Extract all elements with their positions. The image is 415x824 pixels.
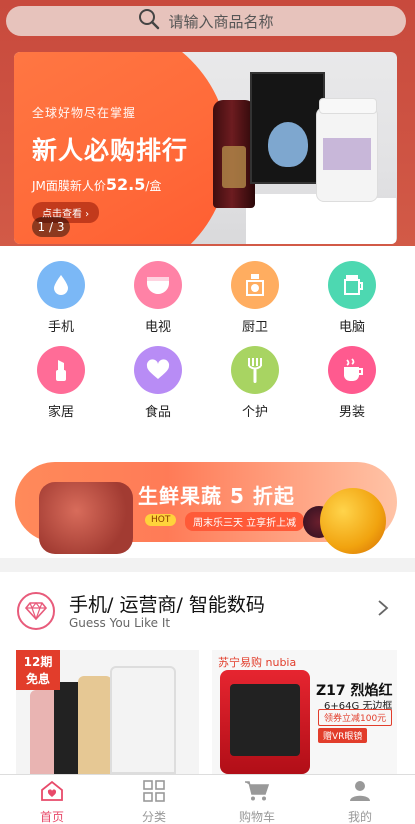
- fork-icon: [231, 346, 279, 394]
- home-icon: [39, 780, 65, 806]
- store-brand: 苏宁易购 nubia: [218, 656, 297, 669]
- diaper-icon: [134, 261, 182, 309]
- banner-title: 新人必购排行: [32, 136, 189, 165]
- hot-badge: HOT: [145, 514, 177, 526]
- search-icon: [138, 8, 160, 34]
- product-card[interactable]: 苏宁易购 nubia Z17 烈焰红 6+64G 无边框 领券立减100元 赠V…: [212, 650, 397, 774]
- tab-label: 分类: [141, 810, 166, 824]
- category-item-computer[interactable]: 电脑: [312, 261, 392, 335]
- bottom-tab-bar: 首页 分类 购物车 我的: [0, 774, 415, 824]
- tab-category[interactable]: 分类: [114, 780, 194, 824]
- cup-icon: [328, 261, 376, 309]
- jar-icon: [231, 261, 279, 309]
- cup-steam-icon: [328, 346, 376, 394]
- category-item-tv[interactable]: 电视: [118, 261, 198, 335]
- category-grid: 手机 电视 厨卫 电脑 家居 食品 个护 男装: [0, 246, 415, 432]
- category-label: 男装: [338, 405, 365, 420]
- tab-label: 我的: [347, 810, 372, 824]
- product-card[interactable]: 12期 免息: [16, 650, 199, 774]
- fresh-food-promo-banner[interactable]: 生鲜果蔬 5 折起 HOT 周末乐三天 立享折上减: [15, 462, 397, 554]
- banner-price-value: 52.5: [105, 175, 146, 194]
- banner-line1: 全球好物尽在掌握: [32, 106, 137, 120]
- section-title: 手机/ 运营商/ 智能数码: [69, 594, 265, 616]
- search-placeholder: 请输入商品名称: [168, 12, 274, 31]
- badge-bottom-text: 免息: [25, 672, 50, 686]
- product-tube-image: [213, 100, 255, 208]
- tab-label: 首页: [39, 810, 64, 824]
- category-label: 手机: [47, 320, 74, 335]
- product-mask-image: [250, 72, 325, 184]
- heart-icon: [134, 346, 182, 394]
- category-item-phone[interactable]: 手机: [21, 261, 101, 335]
- banner-text: 全球好物尽在掌握 新人必购排行 JM面膜新人价52.5/盒 点击查看 ›: [32, 104, 188, 223]
- red-phone-image: [220, 670, 310, 774]
- app-screen: 请输入商品名称 全球好物尽在掌握 新人必购排行 JM面膜新人价52.5/盒 点击…: [0, 0, 415, 824]
- banner-pager: 1 / 3: [32, 217, 70, 237]
- tab-home[interactable]: 首页: [12, 780, 92, 824]
- category-label: 电视: [144, 320, 171, 335]
- category-label: 电脑: [338, 320, 365, 335]
- product-stand: [306, 198, 396, 244]
- search-bar[interactable]: 请输入商品名称: [6, 6, 406, 36]
- category-label: 个护: [241, 405, 268, 420]
- chevron-right-icon[interactable]: [377, 598, 389, 622]
- banner-price: JM面膜新人价52.5/盒: [32, 175, 188, 194]
- grid-icon: [142, 780, 166, 806]
- section-subtitle: Guess You Like It: [69, 616, 171, 630]
- banner-price-prefix: JM面膜新人价: [32, 179, 106, 193]
- coupon-chip: 领券立减100元: [318, 709, 393, 726]
- cart-icon: [244, 781, 270, 806]
- recommend-section: 手机/ 运营商/ 智能数码 Guess You Like It 12期 免息 苏…: [0, 572, 415, 774]
- product-jar-image: [316, 98, 378, 202]
- tab-label: 购物车: [238, 810, 275, 824]
- lipstick-icon: [37, 346, 85, 394]
- meat-platter-image: [39, 482, 133, 554]
- promo-subtitle: 周末乐三天 立享折上减: [185, 512, 305, 531]
- tab-profile[interactable]: 我的: [320, 780, 400, 824]
- category-label: 食品: [144, 405, 171, 420]
- diamond-icon: [17, 592, 55, 630]
- mango-image: [320, 488, 386, 554]
- category-item-personal-care[interactable]: 个护: [215, 346, 295, 420]
- category-item-kitchen[interactable]: 厨卫: [215, 261, 295, 335]
- promo-title: 生鲜果蔬 5 折起: [138, 484, 295, 508]
- category-label: 家居: [47, 405, 74, 420]
- category-item-home[interactable]: 家居: [21, 346, 101, 420]
- tab-cart[interactable]: 购物车: [217, 780, 297, 824]
- banner-price-suffix: /盒: [145, 179, 162, 193]
- category-item-food[interactable]: 食品: [118, 346, 198, 420]
- interest-free-badge: 12期 免息: [16, 650, 60, 690]
- category-item-menswear[interactable]: 男装: [312, 346, 392, 420]
- drop-icon: [37, 261, 85, 309]
- category-label: 厨卫: [241, 320, 268, 335]
- badge-top-text: 12期: [23, 655, 53, 669]
- gift-chip: 赠VR眼镜: [318, 728, 368, 743]
- hero-banner[interactable]: 全球好物尽在掌握 新人必购排行 JM面膜新人价52.5/盒 点击查看 › 1 /…: [14, 52, 397, 244]
- user-icon: [348, 781, 372, 806]
